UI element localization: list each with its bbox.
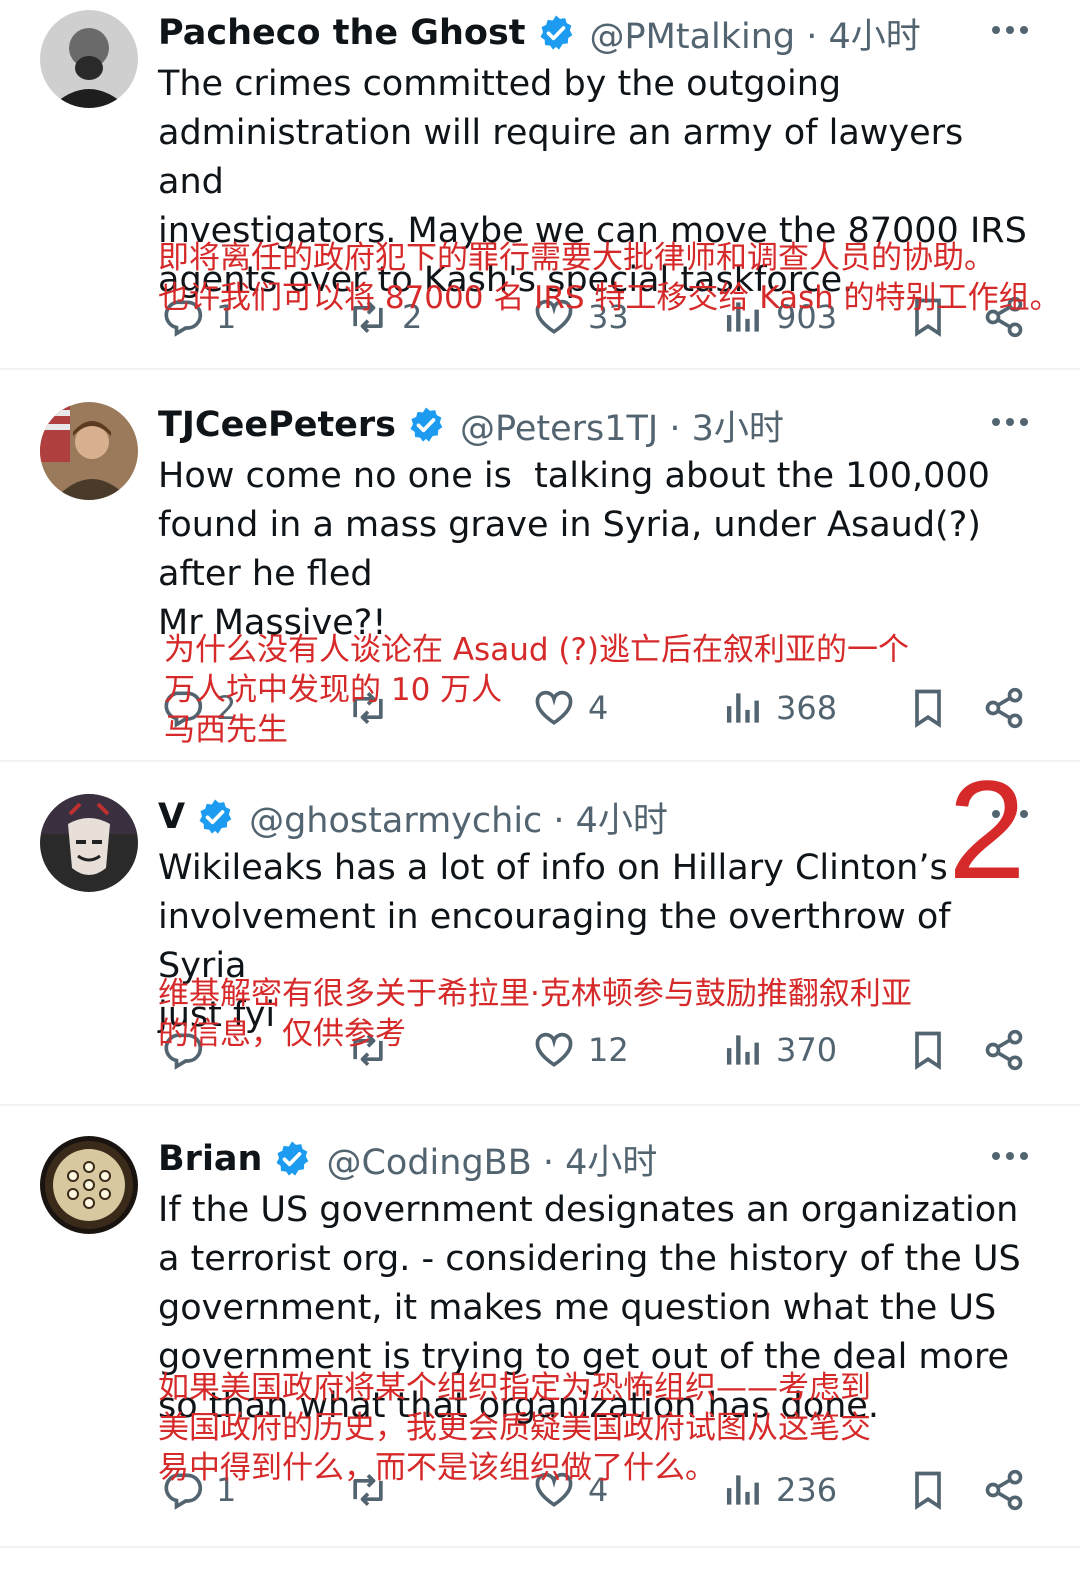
avatar[interactable] (40, 794, 138, 892)
author-name[interactable]: Pacheco the Ghost (158, 13, 526, 53)
avatar[interactable] (40, 1136, 138, 1234)
author-name[interactable]: Brian (158, 1139, 262, 1179)
divider (0, 760, 1080, 762)
author-name[interactable]: TJCeePeters (158, 405, 396, 445)
divider (0, 1104, 1080, 1106)
divider (0, 368, 1080, 370)
tweet-text: How come no one is talking about the 100… (158, 456, 990, 643)
verified-badge-icon (276, 1141, 309, 1176)
divider (0, 1546, 1080, 1548)
tweet[interactable]: Brian @CodingBB · 4小时 If the US governme… (0, 1126, 1080, 1546)
translation-overlay: 为什么没有人谈论在 Asaud (?)逃亡后在叙利亚的一个 万人坑中发现的 10… (164, 632, 910, 748)
handle-and-time[interactable]: @CodingBB · 4小时 (326, 1134, 657, 1185)
more-options-icon[interactable] (990, 20, 1030, 40)
tweet[interactable]: V @ghostarmychic · 4小时 Wikileaks has a l… (0, 784, 1080, 1104)
translation-overlay: 维基解密有很多关于希拉里·克林顿参与鼓励推翻叙利亚 的信息，仅供参考 (158, 976, 912, 1052)
verified-badge-icon (410, 407, 443, 442)
author-name[interactable]: V (158, 797, 185, 837)
handle-and-time[interactable]: @Peters1TJ · 3小时 (460, 400, 784, 451)
avatar[interactable] (40, 402, 138, 500)
tweet[interactable]: TJCeePeters @Peters1TJ · 3小时 How come no… (0, 392, 1080, 760)
annotation-number: 2 (948, 751, 1026, 908)
more-options-icon[interactable] (990, 412, 1030, 432)
avatar[interactable] (40, 10, 138, 108)
more-options-icon[interactable] (990, 1146, 1030, 1166)
handle-and-time[interactable]: @ghostarmychic · 4小时 (249, 792, 668, 843)
translation-overlay: 即将离任的政府犯下的罪行需要大批律师和调查人员的协助。 也许我们可以将 8700… (158, 240, 1061, 316)
tweet[interactable]: Pacheco the Ghost @PMtalking · 4小时 The c… (0, 0, 1080, 368)
handle-and-time[interactable]: @PMtalking · 4小时 (590, 8, 921, 59)
verified-badge-icon (199, 799, 232, 834)
translation-overlay: 如果美国政府将某个组织指定为恐怖组织——考虑到 美国政府的历史，我更会质疑美国政… (158, 1370, 871, 1486)
verified-badge-icon (540, 15, 572, 50)
